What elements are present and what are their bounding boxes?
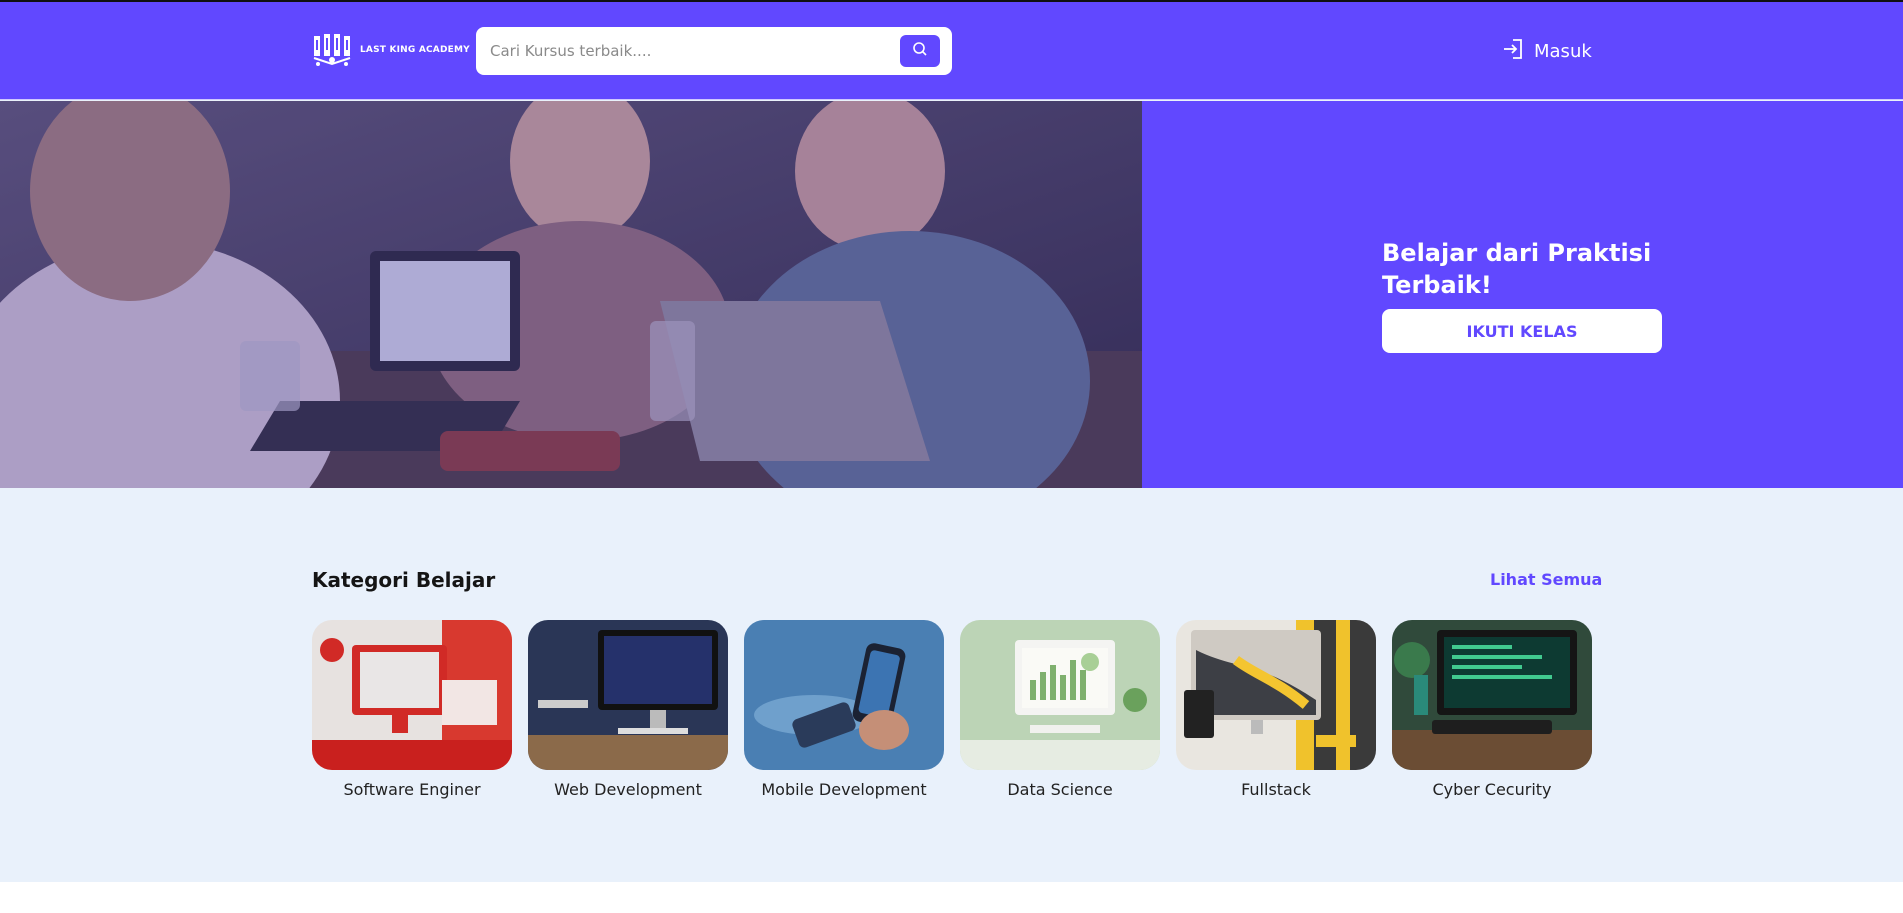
category-card[interactable]: Software Enginer	[312, 620, 512, 799]
category-label: Mobile Development	[761, 780, 927, 799]
hero-headline: Belajar dari Praktisi Terbaik!	[1382, 239, 1652, 299]
page-bottom	[0, 882, 1903, 913]
category-card[interactable]: Data Science	[960, 620, 1160, 799]
category-label: Software Enginer	[343, 780, 481, 799]
category-card[interactable]: Web Development	[528, 620, 728, 799]
category-card[interactable]: Fullstack	[1176, 620, 1376, 799]
category-image	[528, 620, 728, 770]
category-image	[744, 620, 944, 770]
category-card[interactable]: Mobile Development	[744, 620, 944, 799]
navbar: LAST KING ACADEMY Masuk	[0, 2, 1903, 100]
category-card[interactable]: Cyber Cecurity	[1392, 620, 1592, 799]
hero-photo	[0, 101, 1142, 488]
see-all-link[interactable]: Lihat Semua	[1490, 570, 1602, 589]
category-image	[1176, 620, 1376, 770]
join-class-button[interactable]: IKUTI KELAS	[1382, 309, 1662, 353]
login-button[interactable]: Masuk	[1502, 38, 1592, 64]
search-box	[476, 27, 952, 75]
category-image	[960, 620, 1160, 770]
hero-banner: Belajar dari Praktisi Terbaik! IKUTI KEL…	[0, 101, 1903, 488]
login-icon	[1502, 38, 1524, 65]
category-label: Data Science	[1007, 780, 1113, 799]
brand-logo[interactable]: LAST KING ACADEMY	[312, 32, 470, 68]
academy-logo-icon	[312, 32, 354, 68]
category-image	[1392, 620, 1592, 770]
search-icon	[912, 41, 928, 61]
category-label: Web Development	[554, 780, 702, 799]
search-input[interactable]	[490, 27, 890, 75]
section-title: Kategori Belajar	[312, 568, 496, 592]
category-label: Cyber Cecurity	[1432, 780, 1552, 799]
category-list: Software Enginer Web Development Mobile …	[312, 620, 1592, 799]
brand-name: LAST KING ACADEMY	[360, 45, 470, 55]
search-button[interactable]	[900, 35, 940, 67]
category-image	[312, 620, 512, 770]
category-label: Fullstack	[1241, 780, 1311, 799]
login-label: Masuk	[1534, 40, 1592, 62]
category-section: Kategori Belajar Lihat Semua Software En…	[0, 488, 1903, 882]
